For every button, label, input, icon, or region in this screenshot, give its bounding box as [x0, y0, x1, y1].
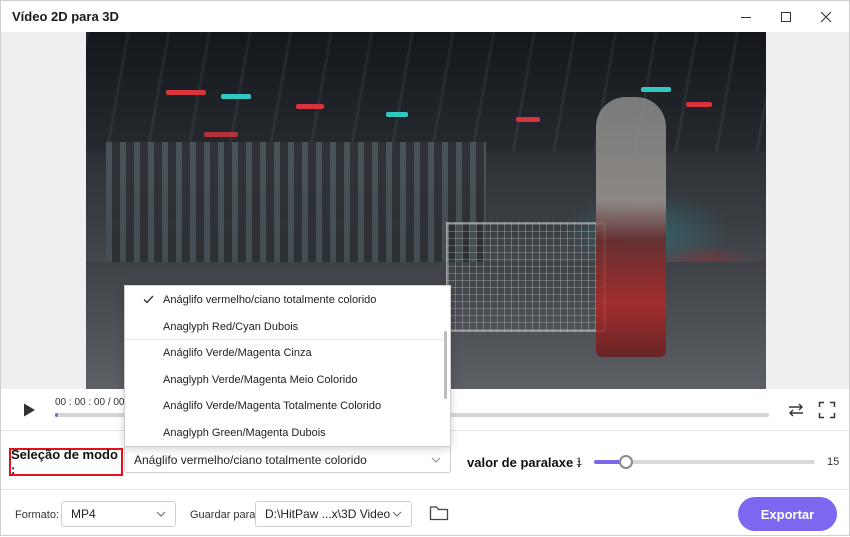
chevron-down-icon: [392, 511, 402, 517]
parallax-min: 1: [576, 456, 583, 468]
scene-person: [596, 97, 666, 357]
scene-light: [386, 112, 408, 117]
close-button[interactable]: [806, 1, 846, 32]
parallax-slider-thumb[interactable]: [618, 455, 633, 469]
dropdown-scrollbar[interactable]: [444, 331, 447, 399]
scene-shelves: [106, 142, 486, 262]
export-button[interactable]: Exportar: [738, 497, 837, 531]
window-title: Vídeo 2D para 3D: [12, 9, 119, 24]
maximize-icon: [781, 11, 791, 22]
save-to-label: Guardar para:: [190, 509, 259, 521]
dropdown-option-label: Anaglyph Verde/Magenta Meio Colorido: [163, 374, 358, 386]
dropdown-option[interactable]: Anaglyph Red/Cyan Dubois: [125, 314, 445, 340]
dropdown-option[interactable]: Anáglifo Verde/Magenta Totalmente Colori…: [125, 393, 445, 419]
swap-icon[interactable]: [787, 401, 805, 419]
scene-light: [516, 117, 540, 122]
minimize-button[interactable]: [726, 1, 766, 32]
dropdown-separator: [125, 339, 445, 340]
chevron-down-icon: [156, 511, 166, 517]
dropdown-option-label: Anaglyph Green/Magenta Dubois: [163, 427, 326, 439]
scene-light: [686, 102, 712, 107]
scene-light: [296, 104, 324, 109]
maximize-button[interactable]: [766, 1, 806, 32]
dropdown-option[interactable]: Anaglyph Verde/Magenta Meio Colorido: [125, 367, 445, 393]
title-bar: Vídeo 2D para 3D: [1, 1, 849, 32]
format-select[interactable]: MP4: [61, 501, 176, 527]
close-icon: [820, 11, 832, 22]
mode-label-highlight: Seleção de modo :: [9, 447, 123, 477]
folder-icon[interactable]: [429, 504, 449, 522]
app-window: Vídeo 2D para 3D 00: 00: 00 / 00: Sel…: [0, 0, 850, 536]
mode-select-value: Anáglifo vermelho/ciano totalmente color…: [134, 452, 367, 467]
scene-cart: [446, 222, 606, 332]
scene-light: [204, 132, 238, 137]
format-label: Formato:: [15, 509, 60, 521]
chevron-down-icon: [431, 457, 441, 463]
dropdown-option-label: Anáglifo Verde/Magenta Totalmente Colori…: [163, 400, 382, 412]
dropdown-option-label: Anaglyph Red/Cyan Dubois: [163, 321, 299, 333]
mode-dropdown-menu: Anáglifo vermelho/ciano totalmente color…: [124, 285, 451, 447]
fullscreen-icon[interactable]: [818, 401, 836, 419]
minimize-icon: [741, 16, 751, 18]
dropdown-option[interactable]: Anáglifo Verde/Magenta Cinza: [125, 340, 445, 366]
dropdown-option[interactable]: Anáglifo vermelho/ciano totalmente color…: [125, 287, 445, 313]
mode-select[interactable]: Anáglifo vermelho/ciano totalmente color…: [124, 446, 451, 473]
dropdown-option-label: Anáglifo Verde/Magenta Cinza: [163, 347, 312, 359]
output-row: Formato: MP4 Guardar para: D:\HitPaw ...…: [1, 490, 849, 537]
progress-fill: [55, 413, 58, 417]
mode-label: Seleção de modo :: [11, 447, 118, 477]
dropdown-option[interactable]: Anaglyph Green/Magenta Dubois: [125, 420, 445, 446]
scene-light: [641, 87, 671, 92]
parallax-max: 15: [827, 456, 840, 468]
dropdown-option-label: Anáglifo vermelho/ciano totalmente color…: [163, 294, 377, 306]
save-to-select[interactable]: D:\HitPaw ...x\3D Video: [255, 501, 412, 527]
timecode: 00 : 00 : 00 / 00 :: [55, 397, 131, 408]
parallax-label: valor de paralaxe :: [467, 455, 582, 470]
parallax-slider[interactable]: [594, 455, 815, 469]
save-to-value: D:\HitPaw ...x\3D Video: [265, 507, 391, 521]
check-icon: [143, 295, 154, 304]
scene-light: [221, 94, 251, 99]
format-select-value: MP4: [71, 507, 96, 521]
scene-light: [166, 90, 206, 95]
play-icon[interactable]: [21, 402, 37, 418]
